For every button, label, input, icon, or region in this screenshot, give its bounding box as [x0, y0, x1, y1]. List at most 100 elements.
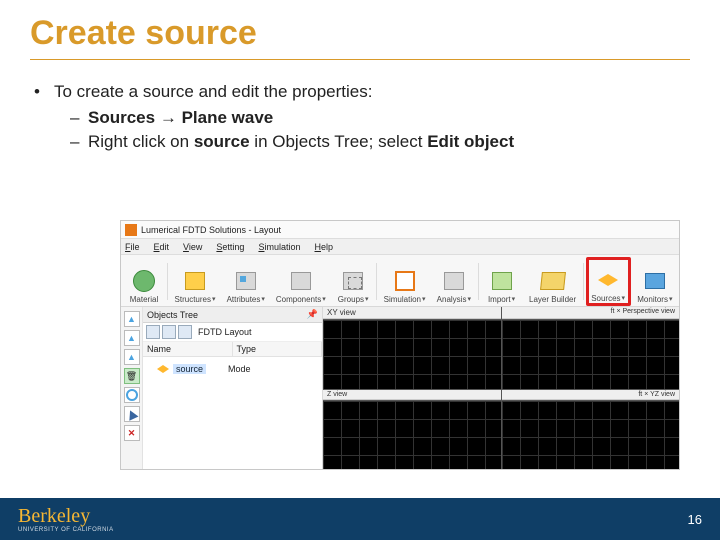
app-logo-icon	[125, 224, 137, 236]
menu-setting[interactable]: Setting	[216, 242, 244, 252]
tool-zoom-icon[interactable]	[124, 387, 140, 403]
bullet-level-2b: Right click on source in Objects Tree; s…	[34, 132, 690, 152]
tool-delete-icon[interactable]: ✕	[124, 425, 140, 441]
viewport-persp[interactable]	[502, 320, 680, 389]
toolbar-attributes-label: Attributes	[227, 295, 261, 304]
toolbar-analysis-label: Analysis	[437, 295, 467, 304]
dropdown-icon[interactable]: ▾	[669, 295, 673, 303]
components-icon	[291, 272, 311, 290]
bullet-level-1: To create a source and edit the properti…	[34, 82, 690, 102]
tool-trash-icon[interactable]: 🗑	[124, 368, 140, 384]
dropdown-icon[interactable]: ▾	[512, 295, 516, 303]
toolbar-monitors[interactable]: Monitors▾	[633, 257, 677, 306]
objects-tree-title: Objects Tree	[147, 310, 198, 320]
viewport-grid: XY view ft × Perspective view Z view ft …	[323, 307, 679, 469]
app-window: Lumerical FDTD Solutions - Layout File E…	[120, 220, 680, 470]
menubar[interactable]: File Edit View Setting Simulation Help	[121, 239, 679, 255]
window-title: Lumerical FDTD Solutions - Layout	[141, 225, 281, 235]
menu-simulation[interactable]: Simulation	[258, 242, 300, 252]
viewport-xy[interactable]	[323, 320, 501, 389]
viewport-xz[interactable]	[323, 401, 501, 470]
text-fragment: in Objects Tree; select	[250, 132, 428, 151]
tool-pointer-icon[interactable]	[124, 406, 140, 422]
monitors-icon	[645, 273, 665, 289]
menu-edit[interactable]: Edit	[154, 242, 170, 252]
toolbar-import[interactable]: Import▾	[481, 257, 523, 306]
tree-tool-icon[interactable]	[146, 325, 160, 339]
toolbar-structures[interactable]: Structures▾	[170, 257, 220, 306]
toolbar-monitors-label: Monitors	[637, 295, 668, 304]
toolbar-separator	[478, 263, 479, 300]
viewport-persp-label: ft × Perspective view	[502, 307, 680, 319]
toolbar-separator	[583, 263, 584, 300]
viewport-xz-label: Z view	[323, 390, 501, 400]
import-icon	[492, 272, 512, 290]
text-fragment: Right click on	[88, 132, 194, 151]
menu-path-sources: Sources	[88, 108, 155, 127]
tool-shape-c-icon[interactable]: ▲	[124, 349, 140, 365]
slide-title: Create source	[0, 0, 720, 53]
toolbar-components[interactable]: Components▾	[271, 257, 330, 306]
app-body: ▲ ▲ ▲ 🗑 ✕ Objects Tree 📌 FDTD Layout Nam…	[121, 307, 679, 469]
viewport-yz[interactable]	[502, 401, 680, 470]
toolbar-sources-label: Sources	[591, 294, 620, 303]
toolbar-sources[interactable]: Sources▾	[586, 257, 631, 306]
emph-source: source	[194, 132, 250, 151]
dropdown-icon[interactable]: ▾	[622, 294, 626, 302]
source-node-icon	[157, 365, 169, 373]
tree-col-name[interactable]: Name	[143, 342, 233, 356]
toolbar-groups[interactable]: Groups▾	[332, 257, 374, 306]
material-icon	[133, 270, 155, 292]
toolbar-separator	[167, 263, 168, 300]
toolbar-components-label: Components	[276, 295, 321, 304]
tree-item-source[interactable]: source Mode	[157, 364, 318, 374]
dropdown-icon[interactable]: ▾	[422, 295, 426, 303]
dropdown-icon[interactable]: ▾	[467, 295, 471, 303]
tree-tool-icon[interactable]	[162, 325, 176, 339]
arrow-icon: →	[160, 108, 177, 127]
dropdown-icon[interactable]: ▾	[212, 295, 216, 303]
menu-help[interactable]: Help	[315, 242, 334, 252]
bullet-level-2a: Sources → Plane wave	[34, 108, 690, 128]
pin-icon[interactable]: 📌	[307, 309, 318, 320]
objects-tree-panel: Objects Tree 📌 FDTD Layout Name Type sou…	[143, 307, 323, 469]
berkeley-wordmark: Berkeley	[18, 506, 114, 526]
tree-item-source-name[interactable]: source	[173, 364, 206, 374]
toolbar-material[interactable]: Material	[123, 257, 165, 306]
toolbar-import-label: Import	[488, 295, 511, 304]
toolbar-separator	[376, 263, 377, 300]
menu-view[interactable]: View	[183, 242, 202, 252]
side-tool-palette: ▲ ▲ ▲ 🗑 ✕	[121, 307, 143, 469]
tree-tool-row: FDTD Layout	[143, 323, 322, 342]
simulation-icon	[395, 271, 415, 291]
tree-content: source Mode	[143, 357, 322, 469]
viewport-xy-label: XY view	[323, 307, 501, 319]
toolbar-simulation[interactable]: Simulation▾	[379, 257, 430, 306]
viewport-yz-label: ft × YZ view	[502, 390, 680, 400]
berkeley-subtitle: UNIVERSITY OF CALIFORNIA	[18, 527, 114, 533]
berkeley-logo: Berkeley UNIVERSITY OF CALIFORNIA	[18, 506, 114, 533]
tool-shape-b-icon[interactable]: ▲	[124, 330, 140, 346]
tool-shape-a-icon[interactable]: ▲	[124, 311, 140, 327]
groups-icon	[343, 272, 363, 290]
dropdown-icon[interactable]: ▾	[322, 295, 326, 303]
menu-path-planewave: Plane wave	[182, 108, 274, 127]
structures-icon	[185, 272, 205, 290]
ribbon-toolbar: Material Structures▾ Attributes▾ Compone…	[121, 255, 679, 307]
toolbar-analysis[interactable]: Analysis▾	[432, 257, 476, 306]
bullet-list: To create a source and edit the properti…	[0, 60, 720, 152]
tree-tool-icon[interactable]	[178, 325, 192, 339]
tree-col-type[interactable]: Type	[233, 342, 323, 356]
dropdown-icon[interactable]: ▾	[365, 295, 369, 303]
toolbar-structures-label: Structures	[175, 295, 211, 304]
toolbar-groups-label: Groups	[338, 295, 364, 304]
tree-column-headers: Name Type	[143, 342, 322, 357]
attributes-icon	[236, 272, 256, 290]
dropdown-icon[interactable]: ▾	[261, 295, 265, 303]
tree-root-label: FDTD Layout	[198, 327, 252, 337]
toolbar-attributes[interactable]: Attributes▾	[222, 257, 269, 306]
analysis-icon	[444, 272, 464, 290]
layerbuilder-icon	[540, 272, 566, 290]
toolbar-layerbuilder[interactable]: Layer Builder	[525, 257, 581, 306]
menu-file[interactable]: File	[125, 242, 140, 252]
